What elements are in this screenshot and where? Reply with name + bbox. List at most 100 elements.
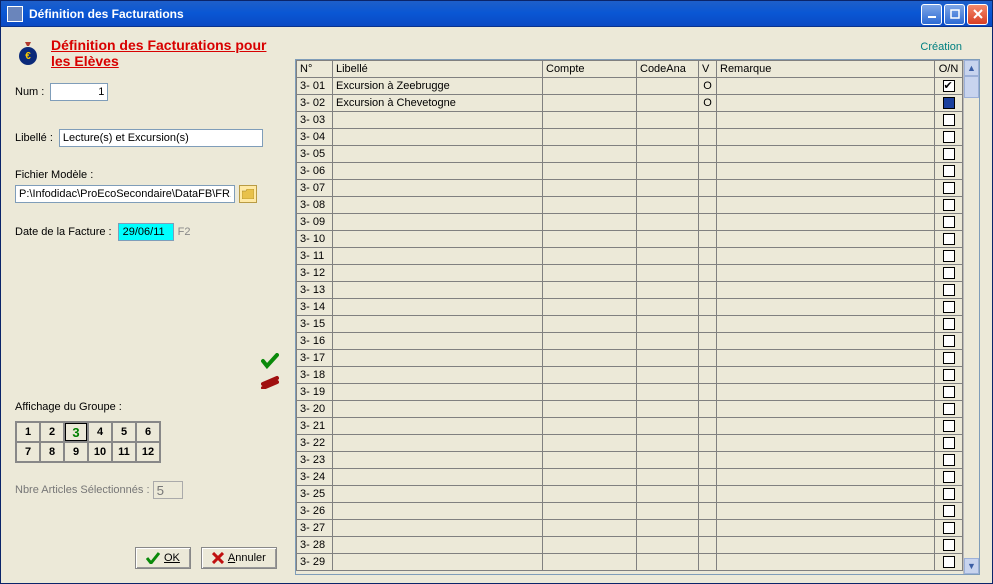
num-input[interactable] <box>50 83 108 101</box>
cell-libelle[interactable]: Excursion à Chevetogne <box>333 95 543 112</box>
minimize-button[interactable] <box>921 4 942 25</box>
cell-codeana[interactable] <box>637 112 699 129</box>
on-checkbox[interactable] <box>943 131 955 143</box>
cell-no[interactable]: 3- 18 <box>297 367 333 384</box>
cell-codeana[interactable] <box>637 299 699 316</box>
cell-codeana[interactable] <box>637 265 699 282</box>
cell-no[interactable]: 3- 20 <box>297 401 333 418</box>
on-checkbox[interactable] <box>943 454 955 466</box>
table-row[interactable]: 3- 22 <box>297 435 963 452</box>
cell-remarque[interactable] <box>717 282 935 299</box>
cell-on[interactable] <box>935 163 963 180</box>
cell-codeana[interactable] <box>637 435 699 452</box>
cell-libelle[interactable] <box>333 435 543 452</box>
cell-v[interactable] <box>699 333 717 350</box>
cell-compte[interactable] <box>543 452 637 469</box>
cell-v[interactable] <box>699 452 717 469</box>
table-row[interactable]: 3- 02Excursion à ChevetogneO <box>297 95 963 112</box>
cell-remarque[interactable] <box>717 401 935 418</box>
cell-libelle[interactable] <box>333 180 543 197</box>
cell-remarque[interactable] <box>717 435 935 452</box>
cell-libelle[interactable] <box>333 299 543 316</box>
cell-v[interactable] <box>699 180 717 197</box>
table-row[interactable]: 3- 20 <box>297 401 963 418</box>
cell-on[interactable] <box>935 248 963 265</box>
cell-codeana[interactable] <box>637 231 699 248</box>
uncheck-all-icon[interactable] <box>261 375 279 389</box>
table-row[interactable]: 3- 15 <box>297 316 963 333</box>
cell-remarque[interactable] <box>717 384 935 401</box>
cell-no[interactable]: 3- 07 <box>297 180 333 197</box>
on-checkbox[interactable] <box>943 284 955 296</box>
cell-codeana[interactable] <box>637 95 699 112</box>
cell-libelle[interactable] <box>333 486 543 503</box>
cell-codeana[interactable] <box>637 452 699 469</box>
table-row[interactable]: 3- 07 <box>297 180 963 197</box>
cell-remarque[interactable] <box>717 367 935 384</box>
cell-compte[interactable] <box>543 248 637 265</box>
table-row[interactable]: 3- 16 <box>297 333 963 350</box>
cell-no[interactable]: 3- 26 <box>297 503 333 520</box>
cell-libelle[interactable] <box>333 197 543 214</box>
cell-no[interactable]: 3- 22 <box>297 435 333 452</box>
cell-libelle[interactable] <box>333 384 543 401</box>
group-cell-4[interactable]: 4 <box>88 422 112 442</box>
cell-compte[interactable] <box>543 146 637 163</box>
table-row[interactable]: 3- 24 <box>297 469 963 486</box>
cell-remarque[interactable] <box>717 78 935 95</box>
on-checkbox[interactable] <box>943 97 955 109</box>
cell-compte[interactable] <box>543 163 637 180</box>
cell-remarque[interactable] <box>717 197 935 214</box>
cell-codeana[interactable] <box>637 282 699 299</box>
cell-no[interactable]: 3- 21 <box>297 418 333 435</box>
cell-codeana[interactable] <box>637 350 699 367</box>
cell-libelle[interactable] <box>333 231 543 248</box>
cell-no[interactable]: 3- 19 <box>297 384 333 401</box>
cell-on[interactable] <box>935 350 963 367</box>
cell-no[interactable]: 3- 09 <box>297 214 333 231</box>
on-checkbox[interactable] <box>943 182 955 194</box>
cell-on[interactable] <box>935 469 963 486</box>
table-row[interactable]: 3- 05 <box>297 146 963 163</box>
col-on[interactable]: O/N <box>935 61 963 78</box>
table-row[interactable]: 3- 11 <box>297 248 963 265</box>
on-checkbox[interactable] <box>943 80 955 92</box>
cell-v[interactable] <box>699 469 717 486</box>
cell-v[interactable] <box>699 265 717 282</box>
col-libelle[interactable]: Libellé <box>333 61 543 78</box>
cell-codeana[interactable] <box>637 163 699 180</box>
cell-remarque[interactable] <box>717 350 935 367</box>
group-cell-7[interactable]: 7 <box>16 442 40 462</box>
cell-no[interactable]: 3- 11 <box>297 248 333 265</box>
cell-codeana[interactable] <box>637 384 699 401</box>
cell-remarque[interactable] <box>717 520 935 537</box>
group-cell-12[interactable]: 12 <box>136 442 160 462</box>
cell-compte[interactable] <box>543 401 637 418</box>
cell-compte[interactable] <box>543 435 637 452</box>
on-checkbox[interactable] <box>943 165 955 177</box>
cell-v[interactable] <box>699 197 717 214</box>
cell-on[interactable] <box>935 486 963 503</box>
cell-codeana[interactable] <box>637 418 699 435</box>
cell-libelle[interactable] <box>333 367 543 384</box>
cell-libelle[interactable] <box>333 469 543 486</box>
cell-compte[interactable] <box>543 384 637 401</box>
cell-v[interactable]: O <box>699 78 717 95</box>
cell-codeana[interactable] <box>637 469 699 486</box>
table-row[interactable]: 3- 04 <box>297 129 963 146</box>
cell-remarque[interactable] <box>717 486 935 503</box>
cell-no[interactable]: 3- 12 <box>297 265 333 282</box>
table-row[interactable]: 3- 25 <box>297 486 963 503</box>
cell-libelle[interactable] <box>333 537 543 554</box>
cell-no[interactable]: 3- 02 <box>297 95 333 112</box>
cell-compte[interactable] <box>543 180 637 197</box>
cell-on[interactable] <box>935 384 963 401</box>
group-cell-1[interactable]: 1 <box>16 422 40 442</box>
cell-on[interactable] <box>935 231 963 248</box>
col-v[interactable]: V <box>699 61 717 78</box>
on-checkbox[interactable] <box>943 539 955 551</box>
cell-codeana[interactable] <box>637 537 699 554</box>
cell-compte[interactable] <box>543 129 637 146</box>
cell-remarque[interactable] <box>717 503 935 520</box>
cell-libelle[interactable] <box>333 503 543 520</box>
